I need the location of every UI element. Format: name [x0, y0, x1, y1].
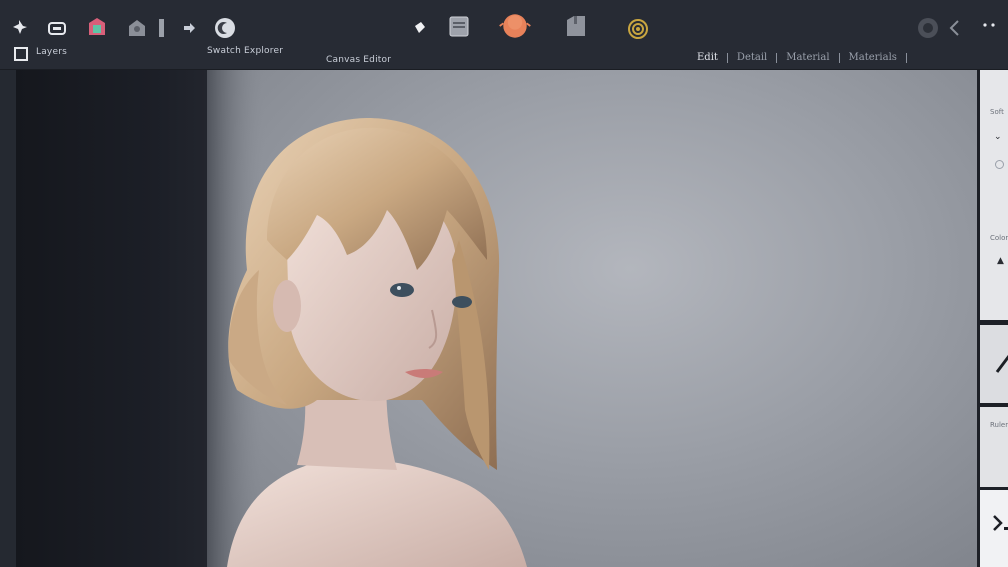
- settings-icon[interactable]: [916, 16, 940, 40]
- document-icon[interactable]: [564, 14, 588, 38]
- swatch-explorer-label: Swatch Explorer: [207, 46, 284, 56]
- left-tool-rail: [0, 70, 16, 567]
- radio-option[interactable]: [995, 160, 1004, 169]
- left-panel: [16, 70, 216, 567]
- chevron-up-icon[interactable]: ▲: [997, 256, 1004, 266]
- canvas-editor-label: Canvas Editor: [326, 55, 392, 65]
- chevron-down-icon[interactable]: ⌄: [994, 132, 1002, 142]
- tab-bar: Edit Detail Material Materials: [688, 52, 907, 63]
- pen-icon: [995, 355, 1008, 373]
- layers-label: Layers: [36, 47, 67, 57]
- layers-checkbox[interactable]: [14, 47, 28, 61]
- tab-divider: [905, 52, 907, 63]
- color-label: Color: [990, 234, 1008, 242]
- right-properties-panel: Soft ⌄ Color ▲ Ruler: [977, 70, 1008, 567]
- tool-section[interactable]: [980, 325, 1008, 403]
- layer-icon[interactable]: [45, 16, 69, 40]
- soft-label: Soft: [990, 108, 1004, 116]
- tab-edit[interactable]: Edit: [688, 52, 727, 63]
- properties-section: Soft ⌄ Color ▲: [980, 70, 1008, 320]
- move-icon[interactable]: [8, 15, 32, 39]
- moon-icon[interactable]: [213, 16, 237, 40]
- ruler-label: Ruler: [990, 421, 1008, 429]
- image-canvas[interactable]: [207, 70, 977, 567]
- more-icon[interactable]: [978, 14, 1002, 38]
- terminal-section[interactable]: [980, 490, 1008, 567]
- home-icon[interactable]: [125, 16, 149, 40]
- tab-material[interactable]: Material: [777, 52, 838, 63]
- spiral-icon[interactable]: [626, 17, 650, 41]
- layers-panel-icon[interactable]: [447, 14, 471, 38]
- top-toolbar: Layers Swatch Explorer Canvas Editor Edi…: [0, 0, 1008, 70]
- diamond-icon[interactable]: [407, 16, 431, 40]
- arrow-icon[interactable]: [177, 16, 201, 40]
- tab-materials[interactable]: Materials: [840, 52, 906, 63]
- chevron-icon[interactable]: [943, 16, 967, 40]
- shape-icon[interactable]: [85, 15, 109, 39]
- app-window: Layers Swatch Explorer Canvas Editor Edi…: [0, 0, 1008, 567]
- tab-detail[interactable]: Detail: [728, 52, 776, 63]
- color-swatch-icon[interactable]: [497, 10, 533, 42]
- slider-icon[interactable]: [154, 16, 168, 40]
- portrait-image: [207, 70, 527, 567]
- ruler-section: Ruler: [980, 407, 1008, 487]
- terminal-icon: [993, 515, 1008, 531]
